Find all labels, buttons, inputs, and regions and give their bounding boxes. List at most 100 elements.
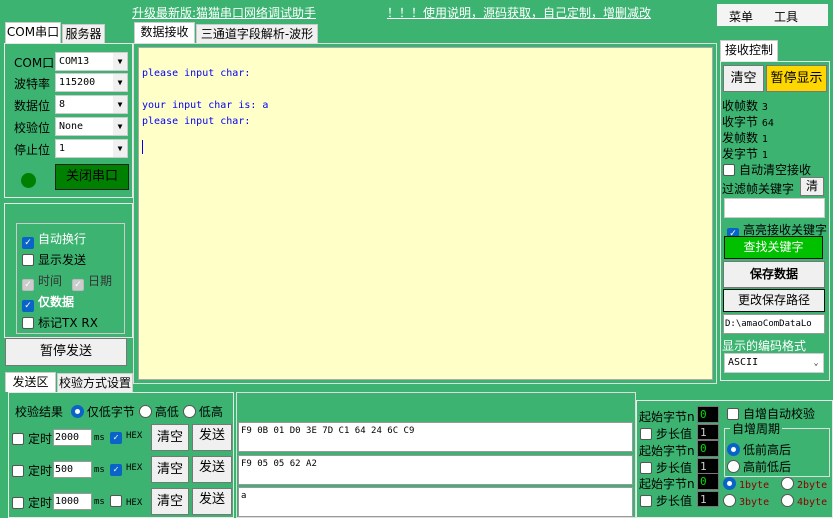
receive-line bbox=[142, 82, 709, 98]
date-label: 日期 bbox=[88, 274, 113, 288]
chevron-down-icon: ▼ bbox=[113, 74, 127, 91]
chevron-down-icon: ▼ bbox=[113, 140, 127, 157]
step-checkbox[interactable]: 步长值 bbox=[640, 425, 692, 442]
rx-bytes-value: 64 bbox=[761, 118, 774, 129]
tab-server[interactable]: 服务器 bbox=[62, 24, 105, 43]
mark-txrx-checkbox[interactable]: 标记TX RX bbox=[22, 314, 98, 331]
unit-label: ms bbox=[94, 465, 105, 475]
byte-4-radio[interactable]: 4byte bbox=[781, 494, 827, 508]
serial-select-1[interactable]: 115200 ▼ bbox=[55, 73, 128, 92]
menu-item-menu[interactable]: 菜单 bbox=[729, 8, 753, 25]
field-label: 波特率 bbox=[14, 77, 51, 91]
step-checkbox[interactable]: 步长值 bbox=[640, 459, 692, 476]
time-checkbox[interactable]: ✓ 时间 bbox=[22, 272, 62, 291]
tab-checksum-settings[interactable]: 校验方式设置 bbox=[57, 373, 133, 392]
date-checkbox[interactable]: ✓ 日期 bbox=[72, 272, 112, 291]
auto-wrap-checkbox[interactable]: ✓ 自动换行 bbox=[22, 230, 86, 249]
tx-frames-value: 1 bbox=[761, 134, 768, 145]
filter-input[interactable] bbox=[724, 198, 825, 218]
save-path-field[interactable]: D:\amaoComDataLo bbox=[723, 314, 825, 334]
step-input[interactable]: 1 bbox=[697, 458, 719, 474]
send-button[interactable]: 发送 bbox=[192, 488, 232, 515]
serial-select-4[interactable]: 1 ▼ bbox=[55, 139, 128, 158]
find-keyword-button[interactable]: 查找关键字 bbox=[724, 236, 823, 259]
close-port-button[interactable]: 关闭串口 bbox=[55, 164, 129, 190]
hex-checkbox[interactable]: ✓ HEX bbox=[110, 431, 142, 444]
chevron-down-icon: ▼ bbox=[113, 53, 127, 70]
auto-wrap-label: 自动换行 bbox=[38, 232, 87, 246]
clear-send-button[interactable]: 清空 bbox=[151, 456, 189, 483]
auto-clear-checkbox[interactable]: 自动清空接收 bbox=[723, 161, 811, 178]
clear-receive-button[interactable]: 清空 bbox=[723, 65, 764, 92]
upgrade-link[interactable]: 升级最新版:猫猫串口网络调试助手 bbox=[132, 4, 316, 21]
stats: 收帧数 3 收字节 64 发帧数 1 发字节 1 bbox=[722, 99, 774, 161]
filter-clear-button[interactable]: 清 bbox=[800, 177, 824, 196]
receive-line: your input char is: a bbox=[142, 100, 269, 111]
start-byte-input[interactable]: 0 bbox=[697, 406, 719, 423]
tab-com[interactable]: COM串口 bbox=[5, 22, 61, 43]
interval-input[interactable]: 500 bbox=[53, 461, 92, 478]
send-text-frame bbox=[236, 392, 636, 518]
receive-line: please input char: bbox=[142, 68, 251, 79]
checksum-radio-0[interactable]: 仅低字节 bbox=[70, 405, 135, 419]
timer-checkbox[interactable]: 定时 bbox=[12, 494, 52, 511]
encoding-label: 显示的编码格式 bbox=[722, 339, 807, 353]
show-send-label: 显示发送 bbox=[38, 253, 87, 267]
interval-input[interactable]: 2000 bbox=[53, 429, 92, 446]
send-button[interactable]: 发送 bbox=[192, 424, 232, 451]
hex-checkbox[interactable]: HEX bbox=[110, 495, 142, 508]
unit-label: ms bbox=[94, 433, 105, 443]
interval-input[interactable]: 1000 bbox=[53, 493, 92, 510]
tx-bytes-value: 1 bbox=[761, 150, 768, 161]
rx-frames-value: 3 bbox=[761, 102, 768, 113]
text-cursor bbox=[142, 140, 143, 154]
chevron-down-icon: ▼ bbox=[113, 96, 127, 113]
step-checkbox[interactable]: 步长值 bbox=[640, 492, 692, 509]
show-send-checkbox[interactable]: 显示发送 bbox=[22, 251, 86, 268]
start-byte-label: 起始字节n bbox=[639, 444, 695, 458]
start-byte-input[interactable]: 0 bbox=[697, 440, 719, 457]
serial-select-0[interactable]: COM13 ▼ bbox=[55, 52, 128, 71]
timer-checkbox[interactable]: 定时 bbox=[12, 430, 52, 447]
receive-line: please input char: bbox=[142, 116, 251, 127]
low-first-radio[interactable]: 低前高后 bbox=[727, 441, 791, 458]
save-data-button[interactable]: 保存数据 bbox=[723, 261, 825, 288]
pause-display-button[interactable]: 暂停显示 bbox=[766, 65, 827, 92]
menu-bar: 菜单 工具 bbox=[717, 4, 828, 26]
step-input[interactable]: 1 bbox=[697, 424, 719, 440]
time-label: 时间 bbox=[38, 274, 63, 288]
menu-item-tools[interactable]: 工具 bbox=[774, 8, 798, 25]
tab-waveform[interactable]: 三通道字段解析-波形 bbox=[196, 24, 318, 43]
field-label: 校验位 bbox=[14, 121, 51, 135]
encoding-select[interactable]: ASCII ⌄ bbox=[724, 353, 824, 373]
field-label: COM口 bbox=[14, 56, 55, 70]
byte-2-radio[interactable]: 2byte bbox=[781, 477, 827, 491]
byte-3-radio[interactable]: 3byte bbox=[723, 494, 769, 508]
pause-send-button[interactable]: 暂停发送 bbox=[5, 338, 127, 366]
change-path-button[interactable]: 更改保存路径 bbox=[723, 289, 825, 312]
clear-send-button[interactable]: 清空 bbox=[151, 488, 189, 515]
byte-1-radio[interactable]: 1byte bbox=[723, 477, 769, 491]
send-button[interactable]: 发送 bbox=[192, 456, 232, 483]
hex-checkbox[interactable]: ✓ HEX bbox=[110, 463, 142, 476]
timer-checkbox[interactable]: 定时 bbox=[12, 462, 52, 479]
field-label: 数据位 bbox=[14, 99, 51, 113]
checksum-row: 校验结果 仅低字节 高低 低高 bbox=[15, 405, 223, 419]
start-byte-input[interactable]: 0 bbox=[697, 473, 719, 490]
help-link[interactable]: ！！！使用说明，源码获取，自己定制，增删减改 bbox=[387, 4, 651, 21]
data-only-checkbox[interactable]: ✓ 仅数据 bbox=[22, 293, 74, 312]
checksum-radio-2[interactable]: 低高 bbox=[182, 405, 223, 419]
step-input[interactable]: 1 bbox=[697, 491, 719, 507]
high-first-radio[interactable]: 高前低后 bbox=[727, 458, 791, 475]
serial-select-3[interactable]: None ▼ bbox=[55, 117, 128, 136]
status-led bbox=[21, 173, 36, 188]
tab-send-area[interactable]: 发送区 bbox=[5, 372, 56, 392]
chevron-down-icon: ▼ bbox=[113, 118, 127, 135]
receive-area[interactable]: please input char: your input char is: a p… bbox=[138, 47, 713, 380]
clear-send-button[interactable]: 清空 bbox=[151, 424, 189, 451]
tab-receive-control[interactable]: 接收控制 bbox=[720, 40, 778, 61]
checksum-radio-1[interactable]: 高低 bbox=[138, 405, 179, 419]
tab-data-receive[interactable]: 数据接收 bbox=[134, 22, 195, 43]
serial-select-2[interactable]: 8 ▼ bbox=[55, 95, 128, 114]
start-byte-label: 起始字节n bbox=[639, 477, 695, 491]
